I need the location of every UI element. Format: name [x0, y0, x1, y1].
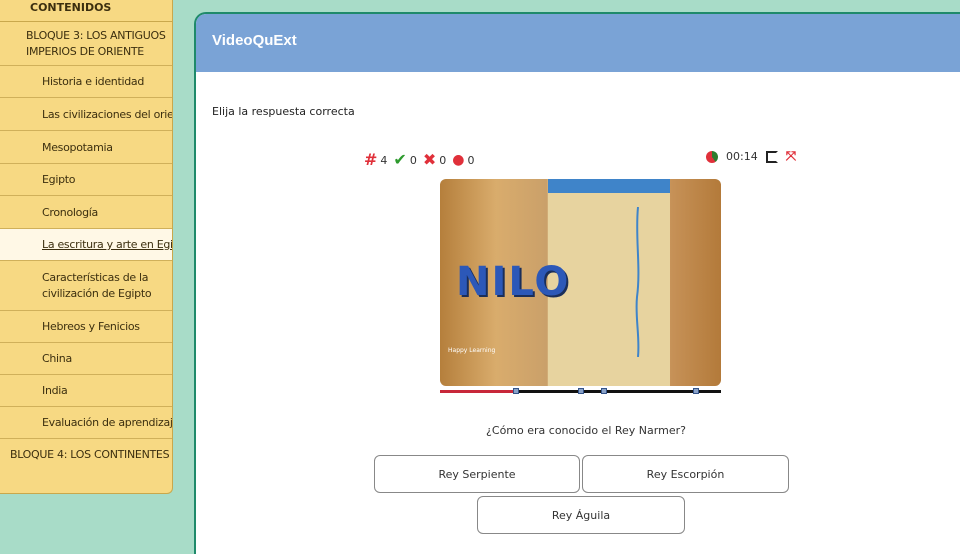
sidebar-item-label: BLOQUE 3: LOS ANTIGUOS IMPERIOS DE ORIEN… — [26, 28, 166, 58]
clock-icon — [706, 150, 718, 163]
sidebar-item-label: Historia e identidad — [42, 75, 145, 88]
fullscreen-icon[interactable]: ⤧ — [786, 150, 796, 163]
question-marker[interactable] — [693, 388, 699, 394]
sidebar-item-cronologia[interactable]: Cronología — [0, 196, 172, 229]
question-marker[interactable] — [513, 388, 519, 394]
exit-icon[interactable] — [765, 150, 778, 163]
sidebar-item-evaluacion[interactable]: Evaluación de aprendizajes — [0, 407, 172, 439]
question-marker[interactable] — [578, 388, 584, 394]
sea-area — [548, 179, 670, 193]
video-title-text: NILO — [456, 259, 571, 305]
panel-title: VideoQuExt — [196, 14, 960, 72]
sidebar-item-label: BLOQUE 4: LOS CONTINENTES — [10, 447, 170, 461]
sidebar: CONTENIDOS BLOQUE 3: LOS ANTIGUOS IMPERI… — [0, 0, 173, 494]
questions-count: 4 — [380, 153, 388, 167]
sidebar-item-label: Características de la civilización de Eg… — [42, 270, 152, 300]
sidebar-item-label: Mesopotamia — [42, 140, 113, 154]
correct-count: 0 — [409, 153, 417, 167]
happy-learning-logo: Happy Learning — [448, 347, 496, 354]
sidebar-item-civilizaciones[interactable]: Las civilizaciones del oriente — [0, 98, 172, 131]
answer-button-serpiente[interactable]: Rey Serpiente — [374, 455, 580, 493]
sidebar-item-mesopotamia[interactable]: Mesopotamia — [0, 131, 172, 164]
sidebar-item-label: La escritura y arte en Egipto — [42, 238, 172, 251]
sidebar-item-india[interactable]: India — [0, 375, 172, 407]
sidebar-item-label: Las civilizaciones del oriente — [42, 107, 172, 121]
sidebar-item-bloque-4[interactable]: BLOQUE 4: LOS CONTINENTES — [0, 439, 172, 470]
video-progress-fill — [440, 390, 516, 393]
sidebar-item-label: Evaluación de aprendizajes — [42, 416, 172, 429]
timer-bar: 00:14 ⤧ — [706, 150, 796, 163]
score-bar: # 4 ✔ 0 ✖ 0 ● 0 — [364, 150, 480, 169]
sidebar-item-label: China — [42, 352, 72, 365]
sidebar-item-china[interactable]: China — [0, 343, 172, 375]
sidebar-item-egipto[interactable]: Egipto — [0, 164, 172, 196]
main-panel: VideoQuExt Elija la respuesta correcta #… — [194, 12, 960, 554]
nile-river-shape — [635, 207, 640, 357]
answer-button-escorpion[interactable]: Rey Escorpión — [582, 455, 789, 493]
hash-icon: # — [364, 150, 378, 169]
sidebar-item-hebreos-fenicios[interactable]: Hebreos y Fenicios — [0, 311, 172, 343]
video-player[interactable]: NILO Happy Learning — [440, 179, 721, 386]
sidebar-item-label: India — [42, 384, 68, 397]
remaining-count: 0 — [467, 153, 475, 167]
instructions-text: Elija la respuesta correcta — [212, 105, 355, 118]
sidebar-item-escritura-arte[interactable]: La escritura y arte en Egipto — [0, 229, 172, 261]
sidebar-item-label: Cronología — [42, 205, 98, 219]
wrong-count: 0 — [439, 153, 447, 167]
answer-button-aguila[interactable]: Rey Águila — [477, 496, 685, 534]
sidebar-item-caracteristicas[interactable]: Características de la civilización de Eg… — [0, 261, 172, 311]
question-text: ¿Cómo era conocido el Rey Narmer? — [486, 424, 686, 437]
sidebar-item-bloque-3[interactable]: BLOQUE 3: LOS ANTIGUOS IMPERIOS DE ORIEN… — [0, 22, 172, 66]
sidebar-item-label: Egipto — [42, 173, 76, 186]
sidebar-item-label: Hebreos y Fenicios — [42, 320, 140, 333]
checkmark-icon: ✔ — [393, 150, 407, 169]
cross-icon: ✖ — [422, 150, 437, 169]
question-marker[interactable] — [601, 388, 607, 394]
sidebar-item-historia[interactable]: Historia e identidad — [0, 66, 172, 98]
video-progress-bar[interactable] — [440, 388, 721, 394]
sidebar-header: CONTENIDOS — [0, 0, 172, 22]
remaining-icon: ● — [452, 152, 465, 168]
time-display: 00:14 — [726, 150, 758, 163]
